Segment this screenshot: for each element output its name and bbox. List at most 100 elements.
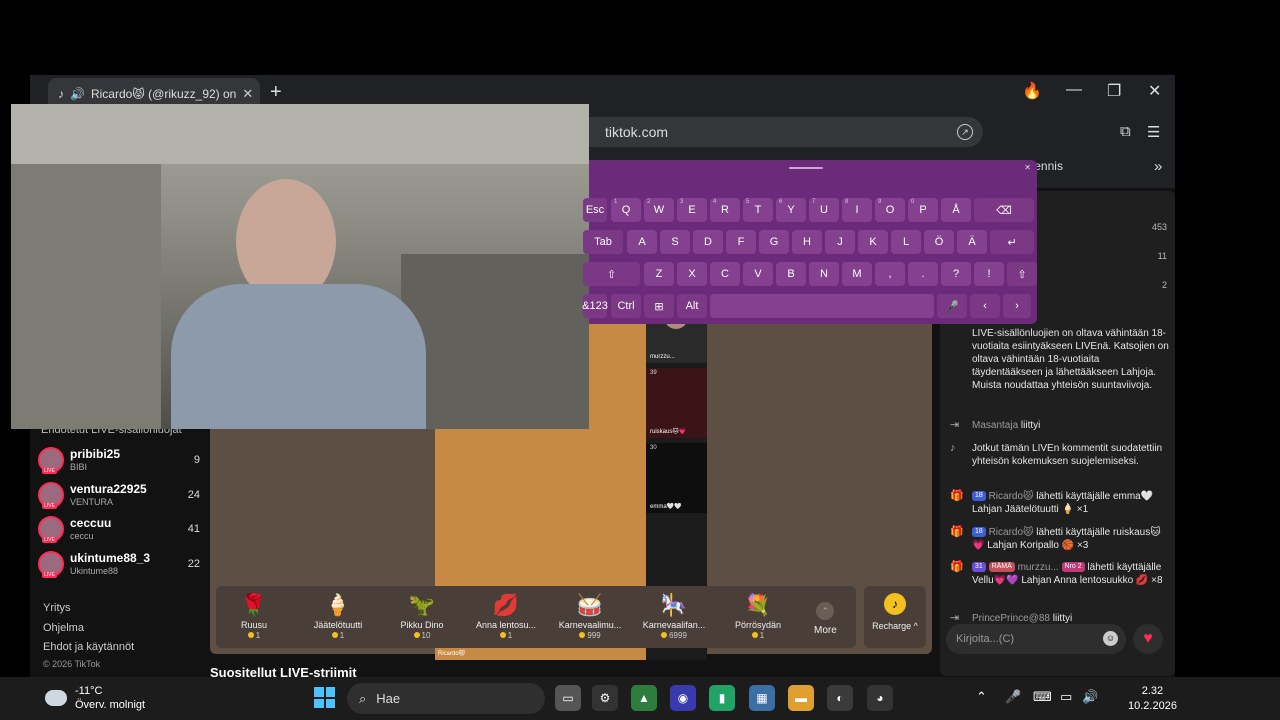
key-2[interactable]: S [660, 230, 690, 254]
gift-item[interactable]: 🌹 Ruusu 1 [216, 592, 292, 640]
key-1[interactable]: Ctrl [611, 294, 641, 318]
key-6[interactable]: H [792, 230, 822, 254]
browser-app-icon[interactable]: ◐ [827, 685, 853, 711]
guest-tile[interactable]: 39 ruiskaus🐱💗 [646, 368, 707, 438]
key-0[interactable]: Tab [583, 230, 623, 254]
camera-app-icon[interactable]: ◉ [670, 685, 696, 711]
emoji-icon[interactable]: ☺ [1103, 631, 1118, 646]
weather-widget[interactable]: -11°C Överv. molnigt [45, 684, 145, 712]
key-10[interactable]: ? [941, 262, 971, 286]
creator-item[interactable]: LIVE ceccuu ceccu 41 [38, 514, 200, 544]
guest-tile[interactable]: 30 emma🤍🤍 [646, 443, 707, 513]
key-11[interactable]: Å [941, 198, 971, 222]
app-icon[interactable]: ▲ [631, 685, 657, 711]
chat-user[interactable]: Ricardo😾 [989, 527, 1034, 538]
gift-item[interactable]: 🦖 Pikku Dino 10 [384, 592, 460, 640]
key-12[interactable]: ⌫ [974, 198, 1034, 222]
key-1[interactable]: Z [644, 262, 674, 286]
key-4[interactable]: V [743, 262, 773, 286]
chat-user[interactable]: Ricardo😾 [989, 491, 1034, 502]
chat-ai-icon[interactable]: ↗ [957, 124, 973, 140]
close-tab-icon[interactable]: ✕ [242, 86, 253, 102]
taskbar-search[interactable]: ⌕ Hae [347, 683, 545, 714]
creator-item[interactable]: LIVE ukintume88_3 Ukintume88 22 [38, 549, 200, 579]
key-6[interactable]: 6Y [776, 198, 806, 222]
key-10[interactable]: Ö [924, 230, 954, 254]
app-icon[interactable]: ◕ [867, 685, 893, 711]
key-5[interactable]: G [759, 230, 789, 254]
key-9[interactable]: L [891, 230, 921, 254]
key-0[interactable]: ⇧ [583, 262, 640, 286]
key-4[interactable]: 4R [710, 198, 740, 222]
key-9[interactable]: 9O [875, 198, 905, 222]
maximize-button[interactable]: ❐ [1107, 81, 1121, 101]
key-1[interactable]: A [627, 230, 657, 254]
gift-item[interactable]: 🥁 Karnevaalimu... 999 [552, 592, 628, 640]
chat-user[interactable]: Masantaja [972, 420, 1018, 431]
key-5[interactable]: 5T [743, 198, 773, 222]
volume-icon[interactable]: 🔊 [1082, 689, 1098, 705]
menu-icon[interactable]: ☰ [1147, 123, 1160, 141]
chat-input[interactable]: Kirjoita...(C) ☺ [946, 624, 1126, 654]
footer-program-link[interactable]: Ohjelma [43, 622, 84, 634]
key-3[interactable]: Alt [677, 294, 707, 318]
gift-item[interactable]: 💐 Pörrösydän 1 [720, 592, 796, 640]
key-2[interactable]: ⊞ [644, 294, 674, 318]
more-gifts-button[interactable]: ⌃ More [814, 602, 837, 636]
key-6[interactable]: N [809, 262, 839, 286]
key-7[interactable]: › [1003, 294, 1031, 318]
key-8[interactable]: 8I [842, 198, 872, 222]
key-6[interactable]: ‹ [970, 294, 1000, 318]
bookmarks-more-icon[interactable]: » [1154, 158, 1162, 175]
space-key[interactable] [710, 294, 934, 318]
key-1[interactable]: 1Q [611, 198, 641, 222]
key-9[interactable]: . [908, 262, 938, 286]
key-7[interactable]: M [842, 262, 872, 286]
tabs-icon[interactable]: ⧉ [1120, 123, 1131, 140]
key-3[interactable]: 3E [677, 198, 707, 222]
clock[interactable]: 2.32 10.2.2026 [1128, 684, 1177, 714]
minimize-button[interactable]: — [1066, 81, 1082, 99]
speaker-icon[interactable]: 🔊 [70, 87, 85, 101]
network-icon[interactable]: ▭ [1060, 689, 1072, 705]
microphone-icon[interactable]: 🎤 [1005, 689, 1021, 705]
recharge-button[interactable]: ♪ Recharge ^ [864, 586, 926, 648]
webcam-overlay[interactable] [11, 104, 589, 429]
footer-company-link[interactable]: Yritys [43, 602, 71, 614]
calculator-icon[interactable]: ▦ [749, 685, 775, 711]
key-8[interactable]: K [858, 230, 888, 254]
new-tab-button[interactable]: + [270, 81, 282, 104]
task-view-icon[interactable]: ▭ [555, 685, 581, 711]
key-0[interactable]: &123 [582, 294, 608, 318]
keyboard-close-icon[interactable]: ✕ [1024, 163, 1031, 172]
start-button[interactable] [314, 687, 335, 708]
keyboard-drag-handle[interactable] [789, 167, 823, 169]
key-11[interactable]: Ä [957, 230, 987, 254]
flame-icon[interactable]: 🔥 [1022, 81, 1042, 101]
key-8[interactable]: , [875, 262, 905, 286]
key-7[interactable]: 7U [809, 198, 839, 222]
key-0[interactable]: Esc [583, 198, 607, 222]
footer-terms-link[interactable]: Ehdot ja käytännöt [43, 641, 134, 653]
chatgpt-icon[interactable]: ⚙ [592, 685, 618, 711]
gift-item[interactable]: 🎠 Karnevaalifan... 6999 [636, 592, 712, 640]
file-explorer-icon[interactable]: ▬ [788, 685, 814, 711]
key-5[interactable]: 🎤 [937, 294, 967, 318]
key-2[interactable]: 2W [644, 198, 674, 222]
chat-user[interactable]: murzzu... [1018, 562, 1059, 573]
numbers-app-icon[interactable]: ▮ [709, 685, 735, 711]
keyboard-icon[interactable]: ⌨ [1033, 689, 1052, 705]
key-4[interactable]: F [726, 230, 756, 254]
key-5[interactable]: B [776, 262, 806, 286]
creator-item[interactable]: LIVE pribibi25 BIBI 9 [38, 445, 200, 475]
key-2[interactable]: X [677, 262, 707, 286]
key-3[interactable]: C [710, 262, 740, 286]
close-window-button[interactable]: ✕ [1148, 81, 1161, 101]
key-7[interactable]: J [825, 230, 855, 254]
key-11[interactable]: ! [974, 262, 1004, 286]
creator-item[interactable]: LIVE ventura22925 VENTURA 24 [38, 480, 200, 510]
key-3[interactable]: D [693, 230, 723, 254]
chat-user[interactable]: PrincePrince@88 [972, 613, 1050, 624]
like-button[interactable]: ♥ [1133, 624, 1163, 654]
key-12[interactable]: ↵ [990, 230, 1034, 254]
